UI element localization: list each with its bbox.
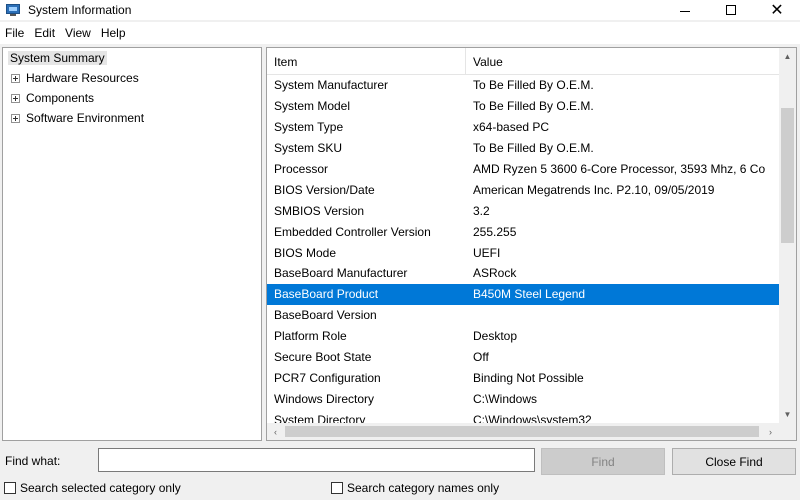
table-row[interactable]: BaseBoard Version	[267, 305, 779, 326]
row-value-cell: 3.2	[473, 203, 490, 218]
row-value-cell: C:\Windows	[473, 391, 538, 406]
menu-view[interactable]: View	[60, 26, 96, 40]
search-selected-category-checkbox[interactable]	[4, 482, 16, 494]
scroll-up-icon[interactable]: ▲	[779, 48, 796, 65]
row-value-cell: Desktop	[473, 329, 518, 344]
table-row[interactable]: SMBIOS Version 3.2	[267, 200, 779, 221]
expand-plus-icon[interactable]	[11, 73, 20, 83]
row-value-cell: Binding Not Possible	[473, 370, 584, 385]
tree-item-system-summary[interactable]: System Summary	[3, 48, 261, 68]
table-row[interactable]: System Manufacturer To Be Filled By O.E.M…	[267, 75, 779, 96]
table-row[interactable]: Embedded Controller Version 255.255	[267, 221, 779, 242]
close-find-button[interactable]: Close Find	[672, 448, 796, 475]
menu-file[interactable]: File	[0, 26, 29, 40]
details-list[interactable]: Item Value System Manufacturer To Be Fill…	[266, 47, 797, 441]
table-row[interactable]: PCR7 Configuration Binding Not Possible	[267, 367, 779, 388]
row-item-cell: BaseBoard Manufacturer	[274, 266, 408, 281]
expand-plus-icon[interactable]	[11, 93, 20, 103]
row-value-cell: AMD Ryzen 5 3600 6-Core Processor, 3593 …	[473, 162, 766, 176]
table-row[interactable]: Platform Role Desktop	[267, 326, 779, 347]
tree-item-software-environment[interactable]: Software Environment	[3, 108, 261, 128]
maximize-button[interactable]	[708, 0, 754, 20]
tree-item-label: System Summary	[8, 51, 107, 65]
row-item-cell: BIOS Version/Date	[274, 182, 375, 197]
search-selected-category-option[interactable]: Search selected category only	[4, 481, 181, 495]
column-header-value[interactable]: Value	[466, 48, 779, 75]
row-item-cell: Secure Boot State	[274, 350, 372, 365]
table-row[interactable]: BaseBoard Product B450M Steel Legend	[267, 283, 779, 305]
table-row[interactable]: System Model To Be Filled By O.E.M.	[267, 96, 779, 117]
row-item-cell: Processor	[274, 162, 329, 176]
table-row[interactable]: System Type x64-based PC	[267, 117, 779, 138]
close-button[interactable]: ✕	[754, 0, 800, 20]
table-row[interactable]: System SKU To Be Filled By O.E.M.	[267, 138, 779, 159]
search-category-names-label: Search category names only	[347, 481, 500, 495]
close-icon: ✕	[770, 2, 784, 19]
expand-plus-icon[interactable]	[11, 113, 20, 123]
scrollbar-corner	[779, 423, 796, 440]
system-information-icon	[6, 3, 20, 17]
window-title: System Information	[28, 3, 132, 17]
row-value-cell: Off	[473, 350, 489, 365]
row-value-cell: 255.255	[473, 224, 517, 239]
table-row[interactable]: BaseBoard Manufacturer ASRock	[267, 263, 779, 284]
minimize-button[interactable]	[662, 0, 708, 20]
row-item-cell: BaseBoard Product	[274, 287, 379, 302]
row-value-cell: ASRock	[473, 266, 517, 281]
row-value-cell: UEFI	[473, 245, 501, 260]
row-item-cell: SMBIOS Version	[274, 203, 365, 218]
title-bar: System Information ✕	[0, 0, 800, 20]
find-what-input[interactable]	[98, 448, 535, 472]
row-item-cell: Platform Role	[274, 329, 347, 344]
row-value-cell: To Be Filled By O.E.M.	[473, 78, 594, 93]
scroll-right-icon[interactable]: ›	[762, 423, 779, 440]
row-item-cell: PCR7 Configuration	[274, 370, 381, 385]
row-item-cell: System SKU	[274, 141, 343, 156]
row-value-cell: B450M Steel Legend	[473, 287, 586, 302]
row-item-cell: Windows Directory	[274, 391, 375, 406]
minimize-icon	[680, 10, 690, 12]
tree-item-hardware-resources[interactable]: Hardware Resources	[3, 68, 261, 88]
row-item-cell: System Model	[274, 99, 351, 114]
find-what-label: Find what:	[5, 454, 61, 468]
table-row[interactable]: Windows Directory C:\Windows	[267, 388, 779, 409]
window-controls: ✕	[662, 0, 800, 20]
vertical-scrollbar[interactable]: ▲ ▼	[779, 48, 796, 423]
menu-bar: File Edit View Help	[0, 22, 800, 44]
row-item-cell: System Manufacturer	[274, 78, 389, 93]
scroll-down-icon[interactable]: ▼	[779, 406, 796, 423]
table-row[interactable]: BIOS Mode UEFI	[267, 242, 779, 263]
list-rows: System Manufacturer To Be Filled By O.E.M…	[267, 75, 779, 430]
row-item-cell: Embedded Controller Version	[274, 224, 431, 239]
find-button[interactable]: Find	[541, 448, 665, 475]
tree-item-label: Components	[26, 91, 95, 105]
vertical-scroll-thumb[interactable]	[781, 108, 794, 243]
row-value-cell: x64-based PC	[473, 120, 550, 135]
tree-item-label: Hardware Resources	[26, 71, 139, 85]
row-item-cell: BaseBoard Version	[274, 308, 377, 323]
row-value-cell: American Megatrends Inc. P2.10, 09/05/20…	[473, 182, 715, 197]
row-value-cell: To Be Filled By O.E.M.	[473, 99, 594, 114]
category-tree[interactable]: System Summary Hardware Resources Compon…	[2, 47, 262, 441]
search-selected-category-label: Search selected category only	[20, 481, 181, 495]
menu-edit[interactable]: Edit	[29, 26, 60, 40]
table-row[interactable]: Processor AMD Ryzen 5 3600 6-Core Process…	[267, 159, 779, 180]
row-item-cell: System Type	[274, 120, 344, 135]
maximize-icon	[726, 5, 736, 15]
search-category-names-option[interactable]: Search category names only	[331, 481, 499, 495]
scroll-left-icon[interactable]: ‹	[267, 423, 284, 440]
horizontal-scroll-thumb[interactable]	[285, 426, 759, 437]
tree-item-label: Software Environment	[26, 111, 145, 125]
row-value-cell: To Be Filled By O.E.M.	[473, 141, 594, 156]
menu-help[interactable]: Help	[96, 26, 131, 40]
table-row[interactable]: BIOS Version/Date American Megatrends Inc…	[267, 179, 779, 200]
table-row[interactable]: Secure Boot State Off	[267, 347, 779, 368]
row-item-cell: BIOS Mode	[274, 245, 337, 260]
horizontal-scrollbar[interactable]: ‹ ›	[267, 423, 779, 440]
list-header: Item Value	[267, 48, 779, 75]
tree-item-components[interactable]: Components	[3, 88, 261, 108]
search-category-names-checkbox[interactable]	[331, 482, 343, 494]
column-header-item[interactable]: Item	[267, 48, 466, 75]
